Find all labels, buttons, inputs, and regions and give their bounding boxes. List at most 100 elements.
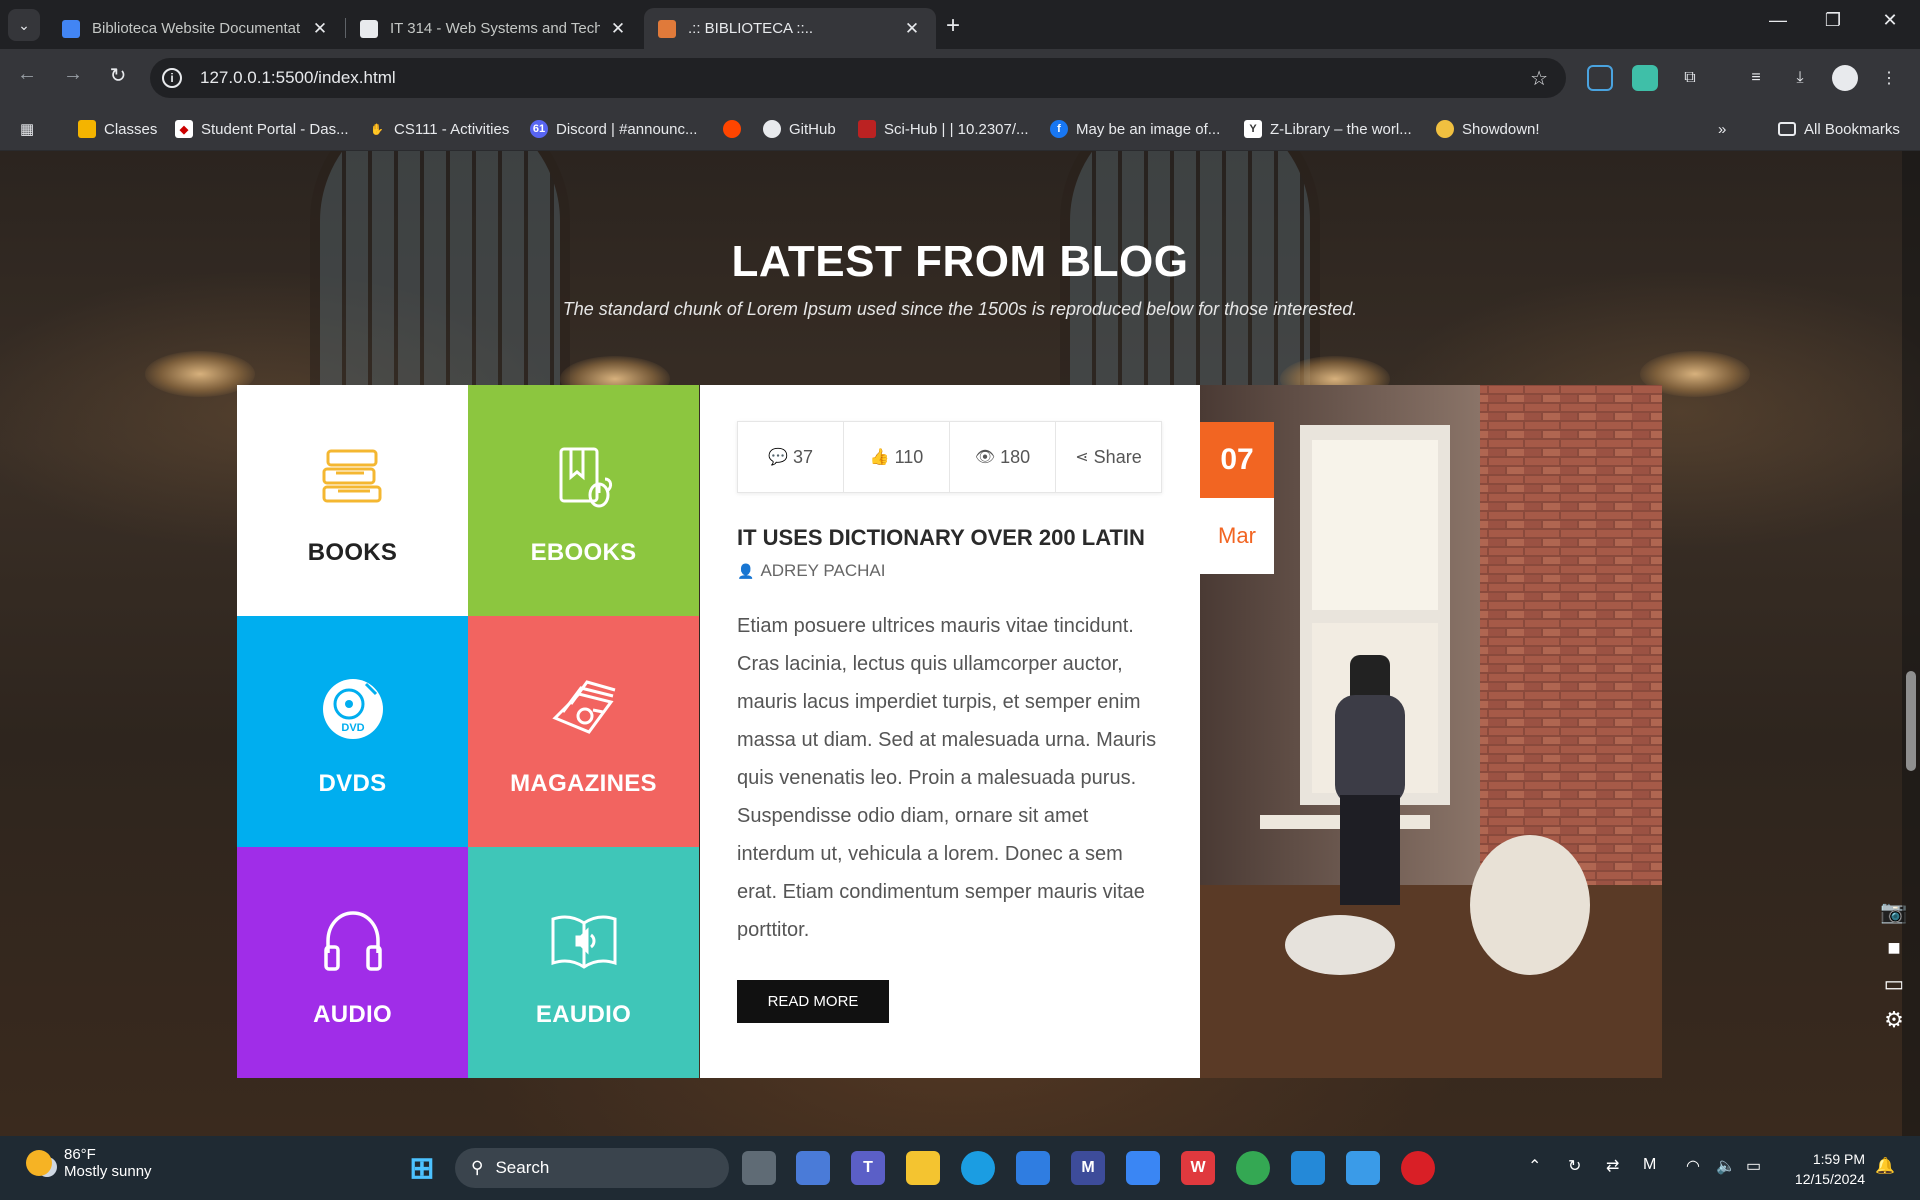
bookmark-student-portal[interactable]: ◆ Student Portal - Das...	[175, 116, 349, 142]
restore-icon[interactable]: ❐	[1818, 10, 1848, 31]
task-view-icon[interactable]	[742, 1151, 776, 1185]
volume-icon[interactable]: 🔈	[1716, 1156, 1736, 1176]
file-explorer-icon[interactable]	[906, 1151, 940, 1185]
back-button[interactable]: ←	[12, 63, 42, 86]
share-button[interactable]: ⋖ Share	[1056, 422, 1161, 492]
post-date-day: 07	[1200, 422, 1274, 498]
taskbar-search[interactable]: ⚲ Search	[455, 1148, 729, 1188]
chrome-icon[interactable]	[1236, 1151, 1270, 1185]
edge-icon[interactable]	[961, 1151, 995, 1185]
close-tab-icon[interactable]: ✕	[902, 19, 922, 39]
media-controls-icon[interactable]: ≡	[1743, 65, 1769, 91]
all-bookmarks-folder[interactable]: All Bookmarks	[1778, 116, 1900, 142]
store-icon[interactable]	[1016, 1151, 1050, 1185]
read-more-button[interactable]: READ MORE	[737, 980, 889, 1023]
tab-it314[interactable]: IT 314 - Web Systems and Techn ✕	[346, 8, 642, 49]
category-eaudio[interactable]: EAUDIO	[468, 847, 699, 1078]
new-tab-button[interactable]: +	[946, 12, 960, 40]
address-bar[interactable]: i 127.0.0.1:5500/index.html ☆	[150, 58, 1566, 98]
site-info-icon[interactable]: i	[162, 68, 182, 88]
close-tab-icon[interactable]: ✕	[608, 19, 628, 39]
copilot-icon[interactable]	[796, 1151, 830, 1185]
bookmark-classes[interactable]: Classes	[78, 116, 157, 142]
bookmark-star-icon[interactable]: ☆	[1530, 66, 1548, 91]
close-window-icon[interactable]: ✕	[1875, 10, 1905, 31]
category-dvds[interactable]: DVD DVDS	[237, 616, 468, 847]
minimize-icon[interactable]: —	[1763, 10, 1793, 31]
category-audio[interactable]: AUDIO	[237, 847, 468, 1078]
extension-icon[interactable]	[1632, 65, 1658, 91]
bookmark-scihub[interactable]: Sci-Hub | | 10.2307/...	[858, 116, 1029, 142]
dvd-icon: DVD	[322, 678, 383, 739]
category-label: BOOKS	[307, 538, 398, 566]
magazine-icon	[551, 679, 615, 734]
category-label: AUDIO	[313, 1000, 392, 1028]
likes-count[interactable]: 👍 110	[844, 422, 950, 492]
extensions-puzzle-icon[interactable]: ⧉	[1677, 65, 1703, 91]
reload-button[interactable]: ↻	[103, 63, 133, 88]
post-stats-bar: 💬 37 👍 110 👁 180 ⋖ Share	[737, 421, 1162, 493]
audiobook-icon	[551, 914, 616, 969]
tab-biblioteca-docs[interactable]: Biblioteca Website Documentat ✕	[48, 8, 344, 49]
bookmark-showdown[interactable]: Showdown!	[1436, 116, 1540, 142]
tab-search-button[interactable]: ⌄	[8, 9, 40, 41]
github-icon	[763, 120, 781, 138]
temperature: 86°F	[64, 1146, 96, 1163]
comments-count[interactable]: 💬 37	[738, 422, 844, 492]
close-tab-icon[interactable]: ✕	[310, 19, 330, 39]
scrollbar-thumb[interactable]	[1906, 671, 1916, 771]
teams-icon[interactable]: T	[851, 1151, 885, 1185]
bookmark-discord[interactable]: 61 Discord | #announc...	[530, 116, 697, 142]
partly-sunny-icon	[26, 1150, 52, 1176]
zlibrary-icon: Y	[1244, 120, 1262, 138]
recorder-icon[interactable]	[1401, 1151, 1435, 1185]
sync-icon[interactable]: ↻	[1568, 1156, 1581, 1176]
bookmark-reddit[interactable]	[723, 116, 749, 142]
downloads-icon[interactable]: ⤓	[1787, 65, 1813, 91]
bookmark-facebook[interactable]: f May be an image of...	[1050, 116, 1220, 142]
vscode-icon[interactable]	[1291, 1151, 1325, 1185]
taskbar-clock[interactable]: 1:59 PM 12/15/2024	[1785, 1149, 1865, 1189]
browser-menu-icon[interactable]: ⋮	[1876, 65, 1902, 91]
onedrive-icon[interactable]	[1126, 1151, 1160, 1185]
profile-avatar[interactable]	[1832, 65, 1858, 91]
bookmark-zlibrary[interactable]: Y Z-Library – the worl...	[1244, 116, 1412, 142]
page-scrollbar[interactable]	[1902, 151, 1920, 1136]
url-text[interactable]: 127.0.0.1:5500/index.html	[200, 68, 396, 88]
category-ebooks[interactable]: EBOOKS	[468, 385, 699, 616]
category-magazines[interactable]: MAGAZINES	[468, 616, 699, 847]
settings-gear-icon[interactable]: ⚙	[1884, 1007, 1904, 1033]
facebook-icon: f	[1050, 120, 1068, 138]
bookmarks-bar: ▦ Classes ◆ Student Portal - Das... ✋ CS11…	[0, 108, 1920, 151]
headphones-icon	[323, 910, 382, 971]
mail-icon[interactable]: M	[1071, 1151, 1105, 1185]
wifi-icon[interactable]: ◠	[1686, 1156, 1700, 1176]
forward-button[interactable]: →	[58, 63, 88, 86]
battery-icon[interactable]: ▭	[1746, 1156, 1761, 1176]
category-label: MAGAZINES	[510, 769, 657, 797]
video-icon[interactable]: ■	[1887, 935, 1900, 961]
shield-icon: ◆	[175, 120, 193, 138]
weather-widget[interactable]: 86°F Mostly sunny	[26, 1146, 152, 1180]
bookmark-github[interactable]: GitHub	[763, 116, 836, 142]
books-favicon-icon	[658, 19, 676, 38]
screenshot-extension-icon[interactable]	[1587, 65, 1613, 91]
post-title[interactable]: IT USES DICTIONARY OVER 200 LATIN	[737, 525, 1145, 551]
app-tray-icon[interactable]: M	[1643, 1156, 1656, 1174]
tab-biblioteca[interactable]: .:: BIBLIOTECA ::.. ✕	[644, 8, 936, 49]
more-bookmarks-icon[interactable]: »	[1718, 116, 1726, 142]
category-label: DVDS	[318, 769, 387, 797]
share-icon: ⋖	[1075, 449, 1089, 466]
eye-icon: 👁	[974, 449, 996, 466]
post-date-month: Mar	[1200, 498, 1274, 574]
notification-bell-icon[interactable]: 🔔	[1875, 1156, 1895, 1176]
windows-start-icon[interactable]: ⊞	[405, 1151, 439, 1185]
bookmark-cs111[interactable]: ✋ CS111 - Activities	[368, 116, 509, 142]
category-books[interactable]: BOOKS	[237, 385, 468, 616]
tray-overflow-icon[interactable]: ⌃	[1528, 1156, 1541, 1176]
settings-tray-icon[interactable]: ⇄	[1606, 1156, 1619, 1176]
apps-grid-icon[interactable]: ▦	[20, 116, 34, 142]
wps-office-icon[interactable]: W	[1181, 1151, 1215, 1185]
books-icon	[322, 449, 381, 502]
photos-icon[interactable]	[1346, 1151, 1380, 1185]
